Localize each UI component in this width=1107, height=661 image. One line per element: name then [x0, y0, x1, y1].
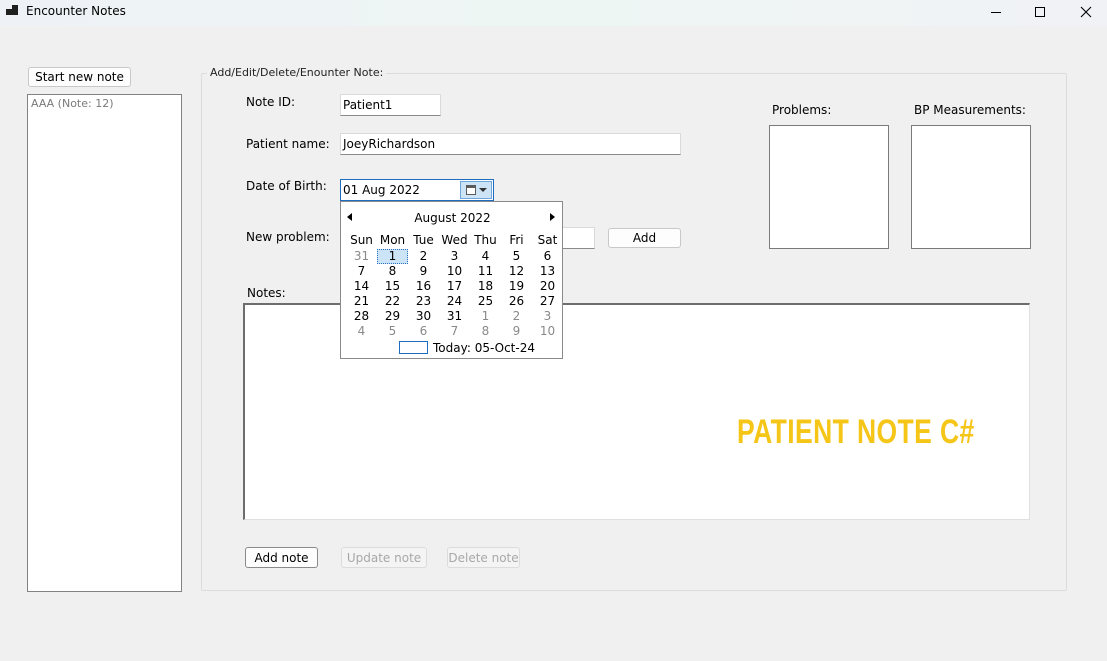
title-bar: Encounter Notes: [0, 0, 1107, 26]
problems-list[interactable]: [769, 125, 889, 249]
calendar-day[interactable]: 2: [408, 249, 439, 264]
calendar-day[interactable]: 21: [346, 294, 377, 309]
calendar-day[interactable]: 11: [470, 264, 501, 279]
close-button[interactable]: [1063, 0, 1107, 24]
calendar-day[interactable]: 10: [532, 324, 563, 339]
calendar-day[interactable]: 8: [377, 264, 408, 279]
calendar-day[interactable]: 1: [470, 309, 501, 324]
calendar-day[interactable]: 25: [470, 294, 501, 309]
weekday-header: Thu: [474, 233, 497, 247]
calendar-icon: [466, 185, 476, 195]
maximize-button[interactable]: [1017, 0, 1063, 24]
calendar-popup[interactable]: August 2022 Sun Mon Tue Wed Thu Fri Sat 31 1 2 3 4 5…: [340, 201, 563, 359]
maximize-icon: [1035, 7, 1045, 17]
calendar-day[interactable]: 30: [408, 309, 439, 324]
today-marker: [399, 341, 428, 354]
calendar-day[interactable]: 14: [346, 279, 377, 294]
weekday-header: Fri: [509, 233, 524, 247]
new-problem-label: New problem:: [246, 230, 330, 244]
next-month-icon[interactable]: [550, 213, 555, 221]
bp-measurements-list[interactable]: [911, 125, 1031, 249]
calendar-day[interactable]: 6: [408, 324, 439, 339]
weekday-header: Tue: [413, 233, 434, 247]
weekday-header: Sun: [350, 233, 373, 247]
minimize-button[interactable]: [973, 0, 1019, 24]
calendar-grid: Sun Mon Tue Wed Thu Fri Sat 31 1 2 3 4 5 6 7 8 9 10 11 12 13…: [346, 233, 563, 339]
notes-listbox[interactable]: AAA (Note: 12): [27, 94, 182, 592]
calendar-month-title[interactable]: August 2022: [341, 211, 564, 225]
minimize-icon: [991, 11, 1001, 13]
calendar-day[interactable]: 17: [439, 279, 470, 294]
update-note-button[interactable]: Update note: [341, 547, 427, 568]
note-id-label: Note ID:: [246, 95, 296, 109]
calendar-day[interactable]: 28: [346, 309, 377, 324]
start-new-note-button[interactable]: Start new note: [28, 67, 131, 87]
calendar-day[interactable]: 4: [470, 249, 501, 264]
calendar-day[interactable]: 7: [346, 264, 377, 279]
calendar-day[interactable]: 9: [501, 324, 532, 339]
watermark: PATIENT NOTE C#: [737, 413, 975, 451]
calendar-day[interactable]: 26: [501, 294, 532, 309]
calendar-day[interactable]: 10: [439, 264, 470, 279]
calendar-day[interactable]: 31: [346, 249, 377, 264]
weekday-header: Wed: [441, 233, 468, 247]
calendar-day[interactable]: 5: [377, 324, 408, 339]
calendar-day[interactable]: 3: [439, 249, 470, 264]
calendar-day[interactable]: 5: [501, 249, 532, 264]
calendar-day[interactable]: 29: [377, 309, 408, 324]
calendar-day[interactable]: 1: [377, 249, 408, 264]
calendar-day[interactable]: 19: [501, 279, 532, 294]
list-item[interactable]: AAA (Note: 12): [31, 97, 114, 110]
calendar-day[interactable]: 20: [532, 279, 563, 294]
calendar-day[interactable]: 6: [532, 249, 563, 264]
delete-note-button[interactable]: Delete note: [447, 547, 520, 568]
calendar-day[interactable]: 9: [408, 264, 439, 279]
app-icon: [6, 5, 18, 17]
calendar-day[interactable]: 16: [408, 279, 439, 294]
dob-date-picker[interactable]: 01 Aug 2022: [340, 179, 494, 201]
patient-name-label: Patient name:: [246, 137, 330, 151]
notes-label: Notes:: [247, 286, 286, 300]
dob-value: 01 Aug 2022: [343, 183, 420, 197]
calendar-day[interactable]: 15: [377, 279, 408, 294]
calendar-day[interactable]: 8: [470, 324, 501, 339]
calendar-day[interactable]: 12: [501, 264, 532, 279]
calendar-day[interactable]: 24: [439, 294, 470, 309]
calendar-day[interactable]: 23: [408, 294, 439, 309]
dob-label: Date of Birth:: [246, 179, 327, 193]
calendar-day[interactable]: 27: [532, 294, 563, 309]
add-problem-button[interactable]: Add: [608, 228, 681, 248]
calendar-day[interactable]: 22: [377, 294, 408, 309]
calendar-dropdown-button[interactable]: [460, 181, 492, 199]
today-link[interactable]: Today: 05-Oct-24: [433, 341, 535, 355]
calendar-day[interactable]: 2: [501, 309, 532, 324]
note-id-field[interactable]: Patient1: [340, 94, 441, 116]
patient-name-field[interactable]: JoeyRichardson: [340, 133, 681, 155]
weekday-header: Mon: [379, 233, 406, 247]
calendar-day[interactable]: 7: [439, 324, 470, 339]
calendar-day[interactable]: 13: [532, 264, 563, 279]
calendar-day[interactable]: 31: [439, 309, 470, 324]
calendar-day[interactable]: 4: [346, 324, 377, 339]
calendar-day[interactable]: 3: [532, 309, 563, 324]
group-title: Add/Edit/Delete/Enounter Note:: [207, 66, 387, 79]
weekday-header: Sat: [537, 233, 558, 247]
calendar-day[interactable]: 18: [470, 279, 501, 294]
close-icon: [1080, 6, 1092, 18]
window-title: Encounter Notes: [26, 4, 126, 18]
add-note-button[interactable]: Add note: [245, 547, 318, 568]
chevron-down-icon: [479, 188, 487, 192]
bp-measurements-label: BP Measurements:: [914, 103, 1026, 117]
problems-label: Problems:: [772, 103, 832, 117]
